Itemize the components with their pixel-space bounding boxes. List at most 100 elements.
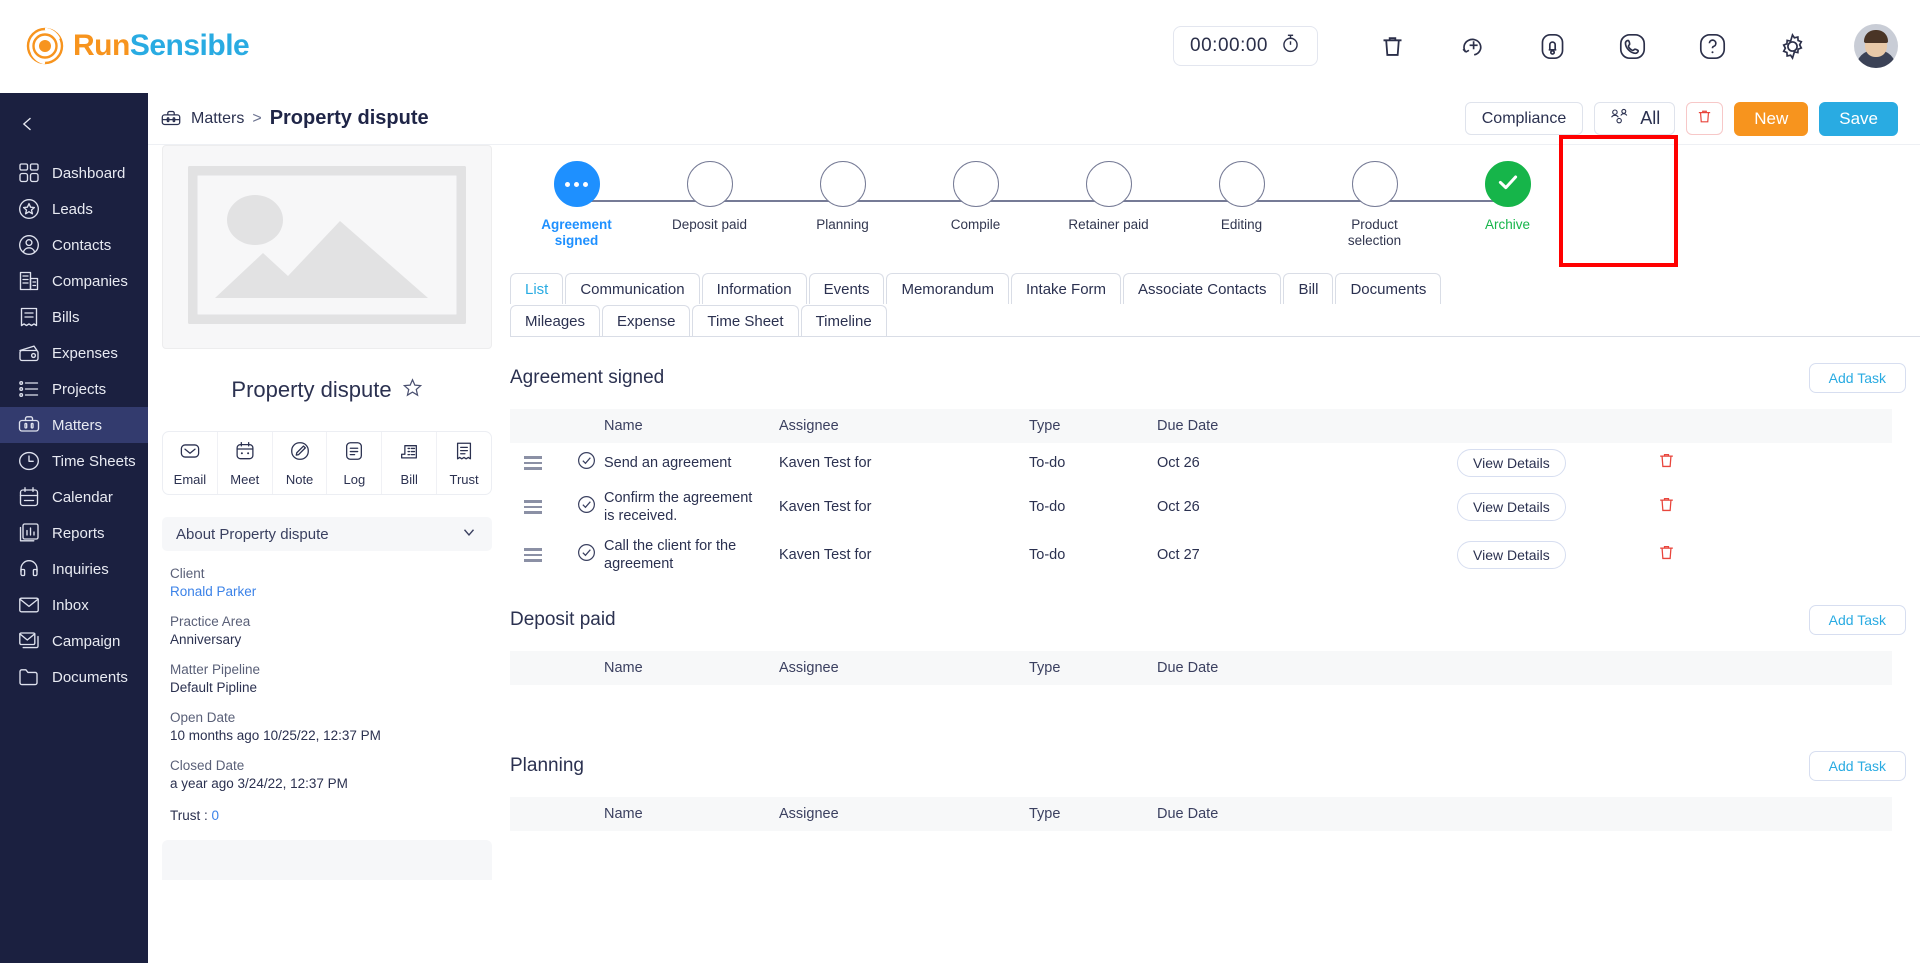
sidebar-item-dashboard[interactable]: Dashboard [0, 155, 148, 191]
pipeline-step-retainer-paid[interactable]: Retainer paid [1042, 161, 1241, 233]
column-header-name: Name [604, 806, 643, 822]
tab-expense[interactable]: Expense [602, 305, 691, 336]
tab-associate-contacts[interactable]: Associate Contacts [1123, 273, 1282, 304]
sidebar-item-bills[interactable]: Bills [0, 299, 148, 335]
trust-value[interactable]: 0 [212, 808, 220, 823]
quick-action-bill[interactable]: Bill [382, 432, 438, 494]
sidebar-item-reports[interactable]: Reports [0, 515, 148, 551]
add-task-button[interactable]: Add Task [1808, 363, 1906, 393]
tab-timeline[interactable]: Timeline [800, 305, 887, 336]
settings-gear-icon[interactable] [1770, 24, 1814, 68]
tab-communication[interactable]: Communication [565, 273, 700, 304]
pipeline-node[interactable] [686, 161, 733, 207]
help-icon[interactable] [1690, 24, 1734, 68]
tab-label: Events [823, 280, 870, 298]
stopwatch-icon[interactable] [1280, 33, 1301, 59]
pipeline-step-editing[interactable]: Editing [1175, 161, 1374, 233]
email-envelope-icon [179, 440, 201, 467]
trash-icon[interactable] [1370, 24, 1414, 68]
pipeline-node[interactable] [952, 161, 999, 207]
sidebar-item-documents[interactable]: Documents [0, 659, 148, 695]
pipeline-step-agreement-signed[interactable]: Agreement signed [510, 161, 709, 249]
table-row[interactable]: Send an agreement Kaven Test for To-do Oct … [510, 443, 1892, 483]
drag-handle-icon[interactable] [524, 500, 576, 514]
tab-memorandum[interactable]: Memorandum [886, 273, 1010, 304]
logo-text-sensible: Sensible [129, 29, 250, 62]
delete-task-button[interactable] [1657, 451, 1676, 470]
pipeline-step-deposit-paid[interactable]: Deposit paid [643, 161, 842, 233]
delete-task-button[interactable] [1657, 495, 1676, 514]
notification-bell-icon[interactable] [1530, 24, 1574, 68]
group-users-icon [1609, 107, 1631, 130]
timer-widget[interactable]: 00:00:00 [1173, 26, 1318, 66]
pipeline-node[interactable] [1085, 161, 1132, 207]
check-circle-icon[interactable] [576, 496, 597, 519]
pipeline-step-product-selection[interactable]: Product selection [1308, 161, 1507, 249]
all-filter-button[interactable]: All [1594, 102, 1676, 135]
sidebar-item-inbox[interactable]: Inbox [0, 587, 148, 623]
sidebar-item-contacts[interactable]: Contacts [0, 227, 148, 263]
add-task-button[interactable]: Add Task [1808, 751, 1906, 781]
about-section-header[interactable]: About Property dispute [162, 517, 492, 551]
task-table: Name Assignee Type Due Date [510, 651, 1892, 725]
check-circle-icon[interactable] [576, 544, 597, 567]
delete-matter-button[interactable] [1686, 102, 1724, 135]
new-button[interactable]: New [1734, 101, 1809, 136]
phone-icon[interactable] [1610, 24, 1654, 68]
quick-action-trust[interactable]: Trust [437, 432, 491, 494]
sidebar-item-matters[interactable]: Matters [0, 407, 148, 443]
view-details-button[interactable]: View Details [1457, 541, 1566, 569]
pipeline-node[interactable] [1218, 161, 1265, 207]
add-task-button[interactable]: Add Task [1808, 605, 1906, 635]
compliance-button[interactable]: Compliance [1464, 102, 1584, 135]
pipeline-node[interactable] [1351, 161, 1398, 207]
delete-task-button[interactable] [1657, 543, 1676, 562]
sidebar-item-companies[interactable]: Companies [0, 263, 148, 299]
tab-events[interactable]: Events [808, 273, 885, 304]
drag-handle-icon[interactable] [524, 456, 576, 470]
quick-action-meet[interactable]: Meet [218, 432, 273, 494]
sidebar-collapse-button[interactable] [0, 93, 148, 155]
sidebar-item-expenses[interactable]: Expenses [0, 335, 148, 371]
pipeline-step-planning[interactable]: Planning [776, 161, 975, 233]
tab-list[interactable]: List [510, 273, 564, 304]
save-button[interactable]: Save [1819, 101, 1898, 136]
sidebar-item-leads[interactable]: Leads [0, 191, 148, 227]
chevron-down-icon[interactable] [460, 523, 478, 545]
breadcrumb-parent[interactable]: Matters [191, 110, 244, 128]
quick-action-log[interactable]: Log [327, 432, 383, 494]
tab-information[interactable]: Information [701, 273, 807, 304]
pipeline-step-archive[interactable]: Archive [1441, 161, 1574, 233]
table-row[interactable]: Call the client for the agreement Kaven T… [510, 531, 1892, 579]
quick-action-note[interactable]: Note [273, 432, 328, 494]
view-details-button[interactable]: View Details [1457, 493, 1566, 521]
tab-documents[interactable]: Documents [1335, 273, 1442, 304]
star-outline-icon[interactable] [402, 377, 423, 403]
tab-mileages[interactable]: Mileages [510, 305, 601, 336]
table-row[interactable]: Confirm the agreement is received. Kaven … [510, 483, 1892, 531]
app-logo[interactable]: RunSensible [26, 27, 250, 65]
sidebar-item-projects[interactable]: Projects [0, 371, 148, 407]
tab-label: Communication [580, 280, 685, 298]
field-value[interactable]: Ronald Parker [170, 584, 492, 599]
sidebar-item-inquiries[interactable]: Inquiries [0, 551, 148, 587]
quick-action-email[interactable]: Email [163, 432, 218, 494]
user-avatar[interactable] [1854, 24, 1898, 68]
add-circle-icon[interactable] [1450, 24, 1494, 68]
pipeline-step-compile[interactable]: Compile [909, 161, 1108, 233]
tab-intake-form[interactable]: Intake Form [1011, 273, 1122, 304]
sidebar-item-calendar[interactable]: Calendar [0, 479, 148, 515]
drag-handle-icon[interactable] [524, 548, 576, 562]
pipeline-node[interactable] [819, 161, 866, 207]
view-details-button[interactable]: View Details [1457, 449, 1566, 477]
pipeline-node[interactable] [553, 161, 600, 207]
tab-time-sheet[interactable]: Time Sheet [692, 305, 799, 336]
pipeline-node[interactable] [1484, 161, 1531, 207]
tabs-container: List Communication Information Events Memora… [510, 273, 1920, 337]
check-circle-icon[interactable] [576, 452, 597, 475]
tab-bill[interactable]: Bill [1283, 273, 1334, 304]
sidebar-item-time-sheets[interactable]: Time Sheets [0, 443, 148, 479]
detail-bottom-card [162, 840, 492, 880]
matter-image-placeholder[interactable] [162, 145, 492, 349]
sidebar-item-campaign[interactable]: Campaign [0, 623, 148, 659]
